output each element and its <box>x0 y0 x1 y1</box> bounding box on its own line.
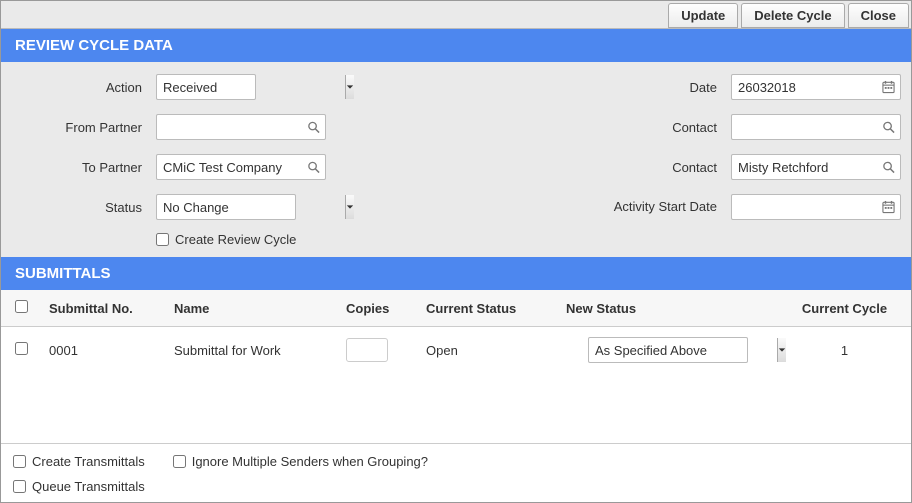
row-checkbox[interactable] <box>15 342 28 355</box>
submittals-table: Submittal No. Name Copies Current Status… <box>1 290 911 373</box>
ignore-multiple-senders-option[interactable]: Ignore Multiple Senders when Grouping? <box>173 454 428 469</box>
contact-to-field[interactable] <box>731 154 901 180</box>
dropdown-icon[interactable] <box>345 75 354 99</box>
dropdown-icon[interactable] <box>345 195 354 219</box>
label-contact-to: Contact <box>601 160 721 175</box>
status-select[interactable] <box>156 194 296 220</box>
label-to-partner: To Partner <box>11 160 146 175</box>
label-date: Date <box>601 80 721 95</box>
select-all-checkbox[interactable] <box>15 300 28 313</box>
cell-name: Submittal for Work <box>166 327 338 374</box>
review-cycle-form: Action Date From Partner Contact <box>1 62 911 257</box>
label-status: Status <box>11 200 146 215</box>
from-partner-field[interactable] <box>156 114 326 140</box>
activity-start-input[interactable] <box>731 194 901 220</box>
cell-current-status: Open <box>418 327 558 374</box>
create-review-cycle-checkbox[interactable] <box>156 233 169 246</box>
action-select-value[interactable] <box>157 75 345 99</box>
col-new-status: New Status <box>558 290 778 327</box>
copies-input[interactable] <box>346 338 388 362</box>
col-copies: Copies <box>338 290 418 327</box>
update-button[interactable]: Update <box>668 3 738 28</box>
queue-transmittals-option[interactable]: Queue Transmittals <box>13 479 145 494</box>
col-current-status: Current Status <box>418 290 558 327</box>
from-partner-input[interactable] <box>156 114 326 140</box>
to-partner-input[interactable] <box>156 154 326 180</box>
top-toolbar: Update Delete Cycle Close <box>1 1 911 29</box>
create-transmittals-option[interactable]: Create Transmittals <box>13 454 145 469</box>
col-current-cycle: Current Cycle <box>778 290 911 327</box>
cell-submittal-no: 0001 <box>41 327 166 374</box>
label-from-partner: From Partner <box>11 120 146 135</box>
label-activity-start: Activity Start Date <box>601 200 721 215</box>
cell-current-cycle: 1 <box>778 327 911 374</box>
date-field[interactable] <box>731 74 901 100</box>
delete-cycle-button[interactable]: Delete Cycle <box>741 3 844 28</box>
create-review-cycle-label: Create Review Cycle <box>175 232 296 247</box>
to-partner-field[interactable] <box>156 154 326 180</box>
ignore-multiple-senders-label: Ignore Multiple Senders when Grouping? <box>192 454 428 469</box>
section-header-submittals: SUBMITTALS <box>1 257 911 290</box>
date-input[interactable] <box>731 74 901 100</box>
queue-transmittals-checkbox[interactable] <box>13 480 26 493</box>
col-name: Name <box>166 290 338 327</box>
activity-start-field[interactable] <box>731 194 901 220</box>
label-contact-from: Contact <box>601 120 721 135</box>
contact-from-input[interactable] <box>731 114 901 140</box>
section-header-review: REVIEW CYCLE DATA <box>1 29 911 62</box>
bottom-options: Create Transmittals Ignore Multiple Send… <box>1 443 911 502</box>
table-row: 0001 Submittal for Work Open 1 <box>1 327 911 374</box>
action-select[interactable] <box>156 74 256 100</box>
label-action: Action <box>11 80 146 95</box>
create-transmittals-checkbox[interactable] <box>13 455 26 468</box>
create-transmittals-label: Create Transmittals <box>32 454 145 469</box>
dropdown-icon[interactable] <box>777 338 786 362</box>
contact-from-field[interactable] <box>731 114 901 140</box>
contact-to-input[interactable] <box>731 154 901 180</box>
close-button[interactable]: Close <box>848 3 909 28</box>
queue-transmittals-label: Queue Transmittals <box>32 479 145 494</box>
status-select-value[interactable] <box>157 195 345 219</box>
new-status-select[interactable] <box>588 337 748 363</box>
col-submittal-no: Submittal No. <box>41 290 166 327</box>
new-status-value[interactable] <box>589 338 777 362</box>
ignore-multiple-senders-checkbox[interactable] <box>173 455 186 468</box>
